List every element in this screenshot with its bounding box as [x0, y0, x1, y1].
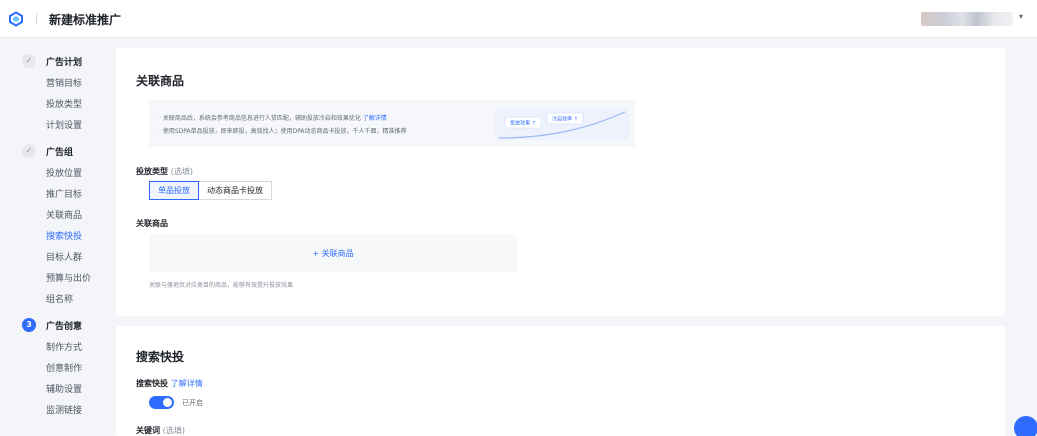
search-express-card: 搜索快投 搜索快投 了解详情 已开启 关键词 (选填) — [116, 326, 1005, 436]
sidebar-item-promotion-goal[interactable]: 推广目标 — [46, 187, 82, 200]
add-product-button[interactable]: + 关联商品 — [149, 248, 517, 259]
sidebar-item-marketing-goal[interactable]: 营销目标 — [46, 76, 82, 89]
option-single-product[interactable]: 单品投放 — [149, 181, 199, 200]
top-bar: 新建标准推广 ▾ — [0, 0, 1037, 38]
toggle-knob — [163, 398, 172, 407]
info-banner: · 关联商品后，系统会参考商品信息进行人货匹配，辅助投放冷启和效果优化 了解详情… — [149, 100, 635, 147]
product-hint: 关联与落地页对应类目的商品，能够有效提升投放效果 — [149, 282, 294, 289]
add-product-area[interactable]: + 关联商品 — [149, 234, 517, 272]
step-label: 广告计划 — [46, 58, 83, 68]
sidebar-item-group-name[interactable]: 组名称 — [46, 292, 73, 305]
related-products-card: 关联商品 · 关联商品后，系统会参考商品信息进行人货匹配，辅助投放冷启和效果优化… — [116, 48, 1005, 316]
check-icon: ✓ — [22, 54, 36, 68]
step-label: 广告组 — [46, 148, 74, 158]
sidebar-item-delivery-type[interactable]: 投放类型 — [46, 97, 82, 110]
sidebar-item-auxiliary-settings[interactable]: 辅助设置 — [46, 382, 82, 395]
product-label: 关联商品 — [136, 219, 168, 228]
header-divider — [36, 13, 37, 25]
account-avatar[interactable] — [921, 12, 1013, 26]
sidebar-item-production-method[interactable]: 制作方式 — [46, 340, 82, 353]
graphic-label-coldstart: 冷启效率 ↑ — [552, 116, 578, 123]
search-express-toggle[interactable] — [149, 396, 174, 409]
toggle-status: 已开启 — [182, 399, 203, 407]
sidebar-item-related-products[interactable]: 关联商品 — [46, 208, 82, 221]
step-sidebar: ✓ 广告计划 营销目标 投放类型 计划设置 ✓ 广告组 投放位置 推广目标 关联… — [0, 38, 116, 436]
optional-hint: (选填) — [162, 426, 186, 435]
app-logo-icon[interactable] — [8, 11, 24, 27]
label-text: 关键词 — [136, 426, 160, 435]
sidebar-item-budget-bid[interactable]: 预算与出价 — [46, 271, 91, 284]
chevron-down-icon[interactable]: ▾ — [1019, 12, 1023, 21]
sidebar-item-search-express[interactable]: 搜索快投 — [46, 229, 82, 242]
page-title: 新建标准推广 — [49, 13, 122, 27]
section-title: 搜索快投 — [136, 350, 185, 364]
graphic-label-effect: 投放效果 ↑ — [510, 120, 536, 127]
info-text: · 关联商品后，系统会参考商品信息进行人货匹配，辅助投放冷启和效果优化 了解详情 — [159, 113, 387, 122]
check-icon: ✓ — [22, 144, 36, 158]
keywords-label: 关键词 (选填) — [136, 425, 185, 436]
sidebar-item-placement[interactable]: 投放位置 — [46, 166, 82, 179]
delivery-type-label: 投放类型 (选填) — [136, 166, 193, 177]
info-line-2: · 使用SDPA单品投放，即来即投，高效找人；使用DPA动态商品卡投放，千人千面… — [159, 128, 407, 135]
learn-more-link[interactable]: 了解详情 — [363, 115, 387, 122]
sidebar-item-audience[interactable]: 目标人群 — [46, 250, 82, 263]
step-label: 广告创意 — [46, 322, 83, 332]
optional-hint: (选填) — [170, 167, 194, 176]
effect-trend-illustration: 投放效果 ↑ 冷启效率 ↑ — [495, 108, 629, 140]
section-title: 关联商品 — [136, 74, 185, 88]
learn-more-link[interactable]: 了解详情 — [171, 379, 203, 388]
label-text: 投放类型 — [136, 167, 168, 176]
assistant-icon[interactable] — [1014, 416, 1037, 436]
delivery-type-selector: 单品投放 动态商品卡投放 — [149, 181, 272, 200]
sidebar-item-creative-production[interactable]: 创意制作 — [46, 361, 82, 374]
label-text: 搜索快投 — [136, 379, 168, 388]
info-line-1: · 关联商品后，系统会参考商品信息进行人货匹配，辅助投放冷启和效果优化 — [159, 115, 361, 122]
search-express-label: 搜索快投 了解详情 — [136, 378, 203, 389]
step-number-badge: 3 — [22, 318, 36, 332]
sidebar-item-tracking-link[interactable]: 监测链接 — [46, 403, 82, 416]
sidebar-item-plan-settings[interactable]: 计划设置 — [46, 118, 82, 131]
option-dynamic-product-card[interactable]: 动态商品卡投放 — [199, 181, 272, 200]
